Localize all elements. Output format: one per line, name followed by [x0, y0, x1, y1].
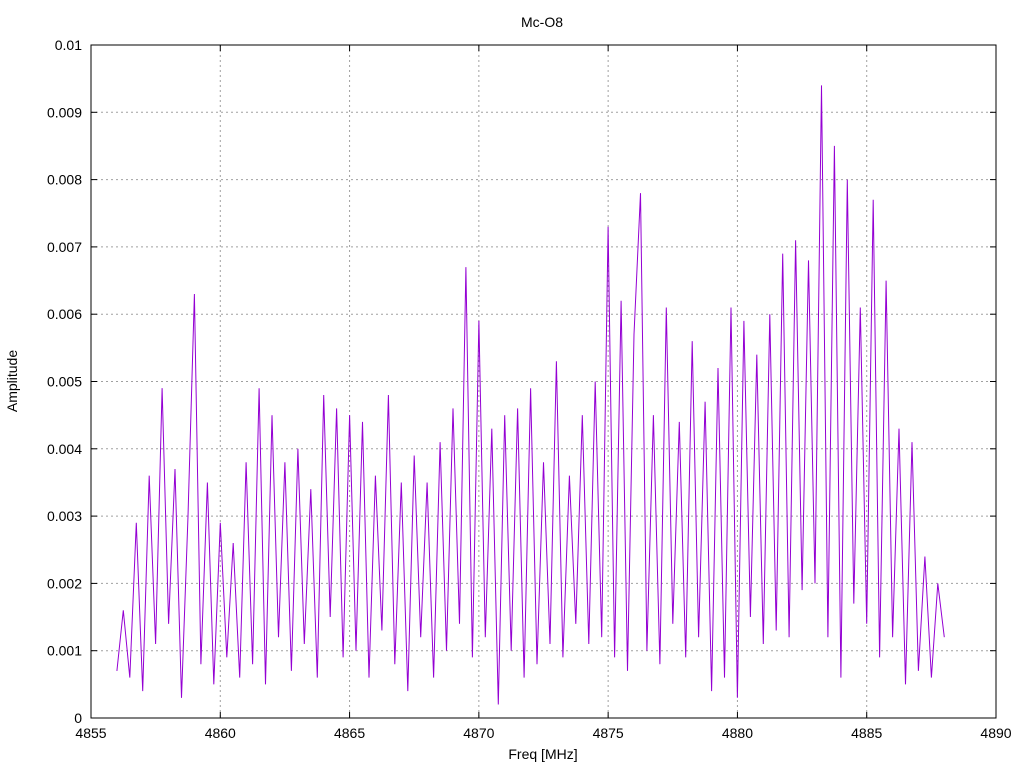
series — [116, 85, 945, 705]
amplitude-chart: Mc-O8 Freq [MHz] Amplitude 4855 4860 4865 4… — [4, 14, 1012, 762]
y-tick-label: 0.01 — [55, 37, 82, 53]
series-line — [116, 85, 945, 705]
x-tick-label: 4865 — [334, 725, 365, 741]
y-tick-label: 0.003 — [47, 508, 82, 524]
x-tick-label: 4860 — [205, 725, 236, 741]
chart-title: Mc-O8 — [521, 14, 563, 30]
y-tick-label: 0.008 — [47, 172, 82, 188]
y-tick-label: 0.009 — [47, 104, 82, 120]
y-tick-label: 0.001 — [47, 643, 82, 659]
y-tick-label: 0.006 — [47, 306, 82, 322]
x-tick-label: 4875 — [593, 725, 624, 741]
grid — [91, 45, 996, 718]
x-tick-label: 4870 — [463, 725, 494, 741]
x-tick-label: 4855 — [75, 725, 106, 741]
y-tick-label: 0.004 — [47, 441, 82, 457]
y-tick-label: 0 — [74, 710, 82, 726]
y-tick-label: 0.005 — [47, 374, 82, 390]
x-axis-label: Freq [MHz] — [508, 746, 577, 762]
y-axis-label: Amplitude — [4, 350, 20, 412]
y-tick-label: 0.002 — [47, 575, 82, 591]
x-tick-label: 4885 — [851, 725, 882, 741]
x-tick-label: 4890 — [980, 725, 1011, 741]
y-tick-label: 0.007 — [47, 239, 82, 255]
x-tick-label: 4880 — [722, 725, 753, 741]
